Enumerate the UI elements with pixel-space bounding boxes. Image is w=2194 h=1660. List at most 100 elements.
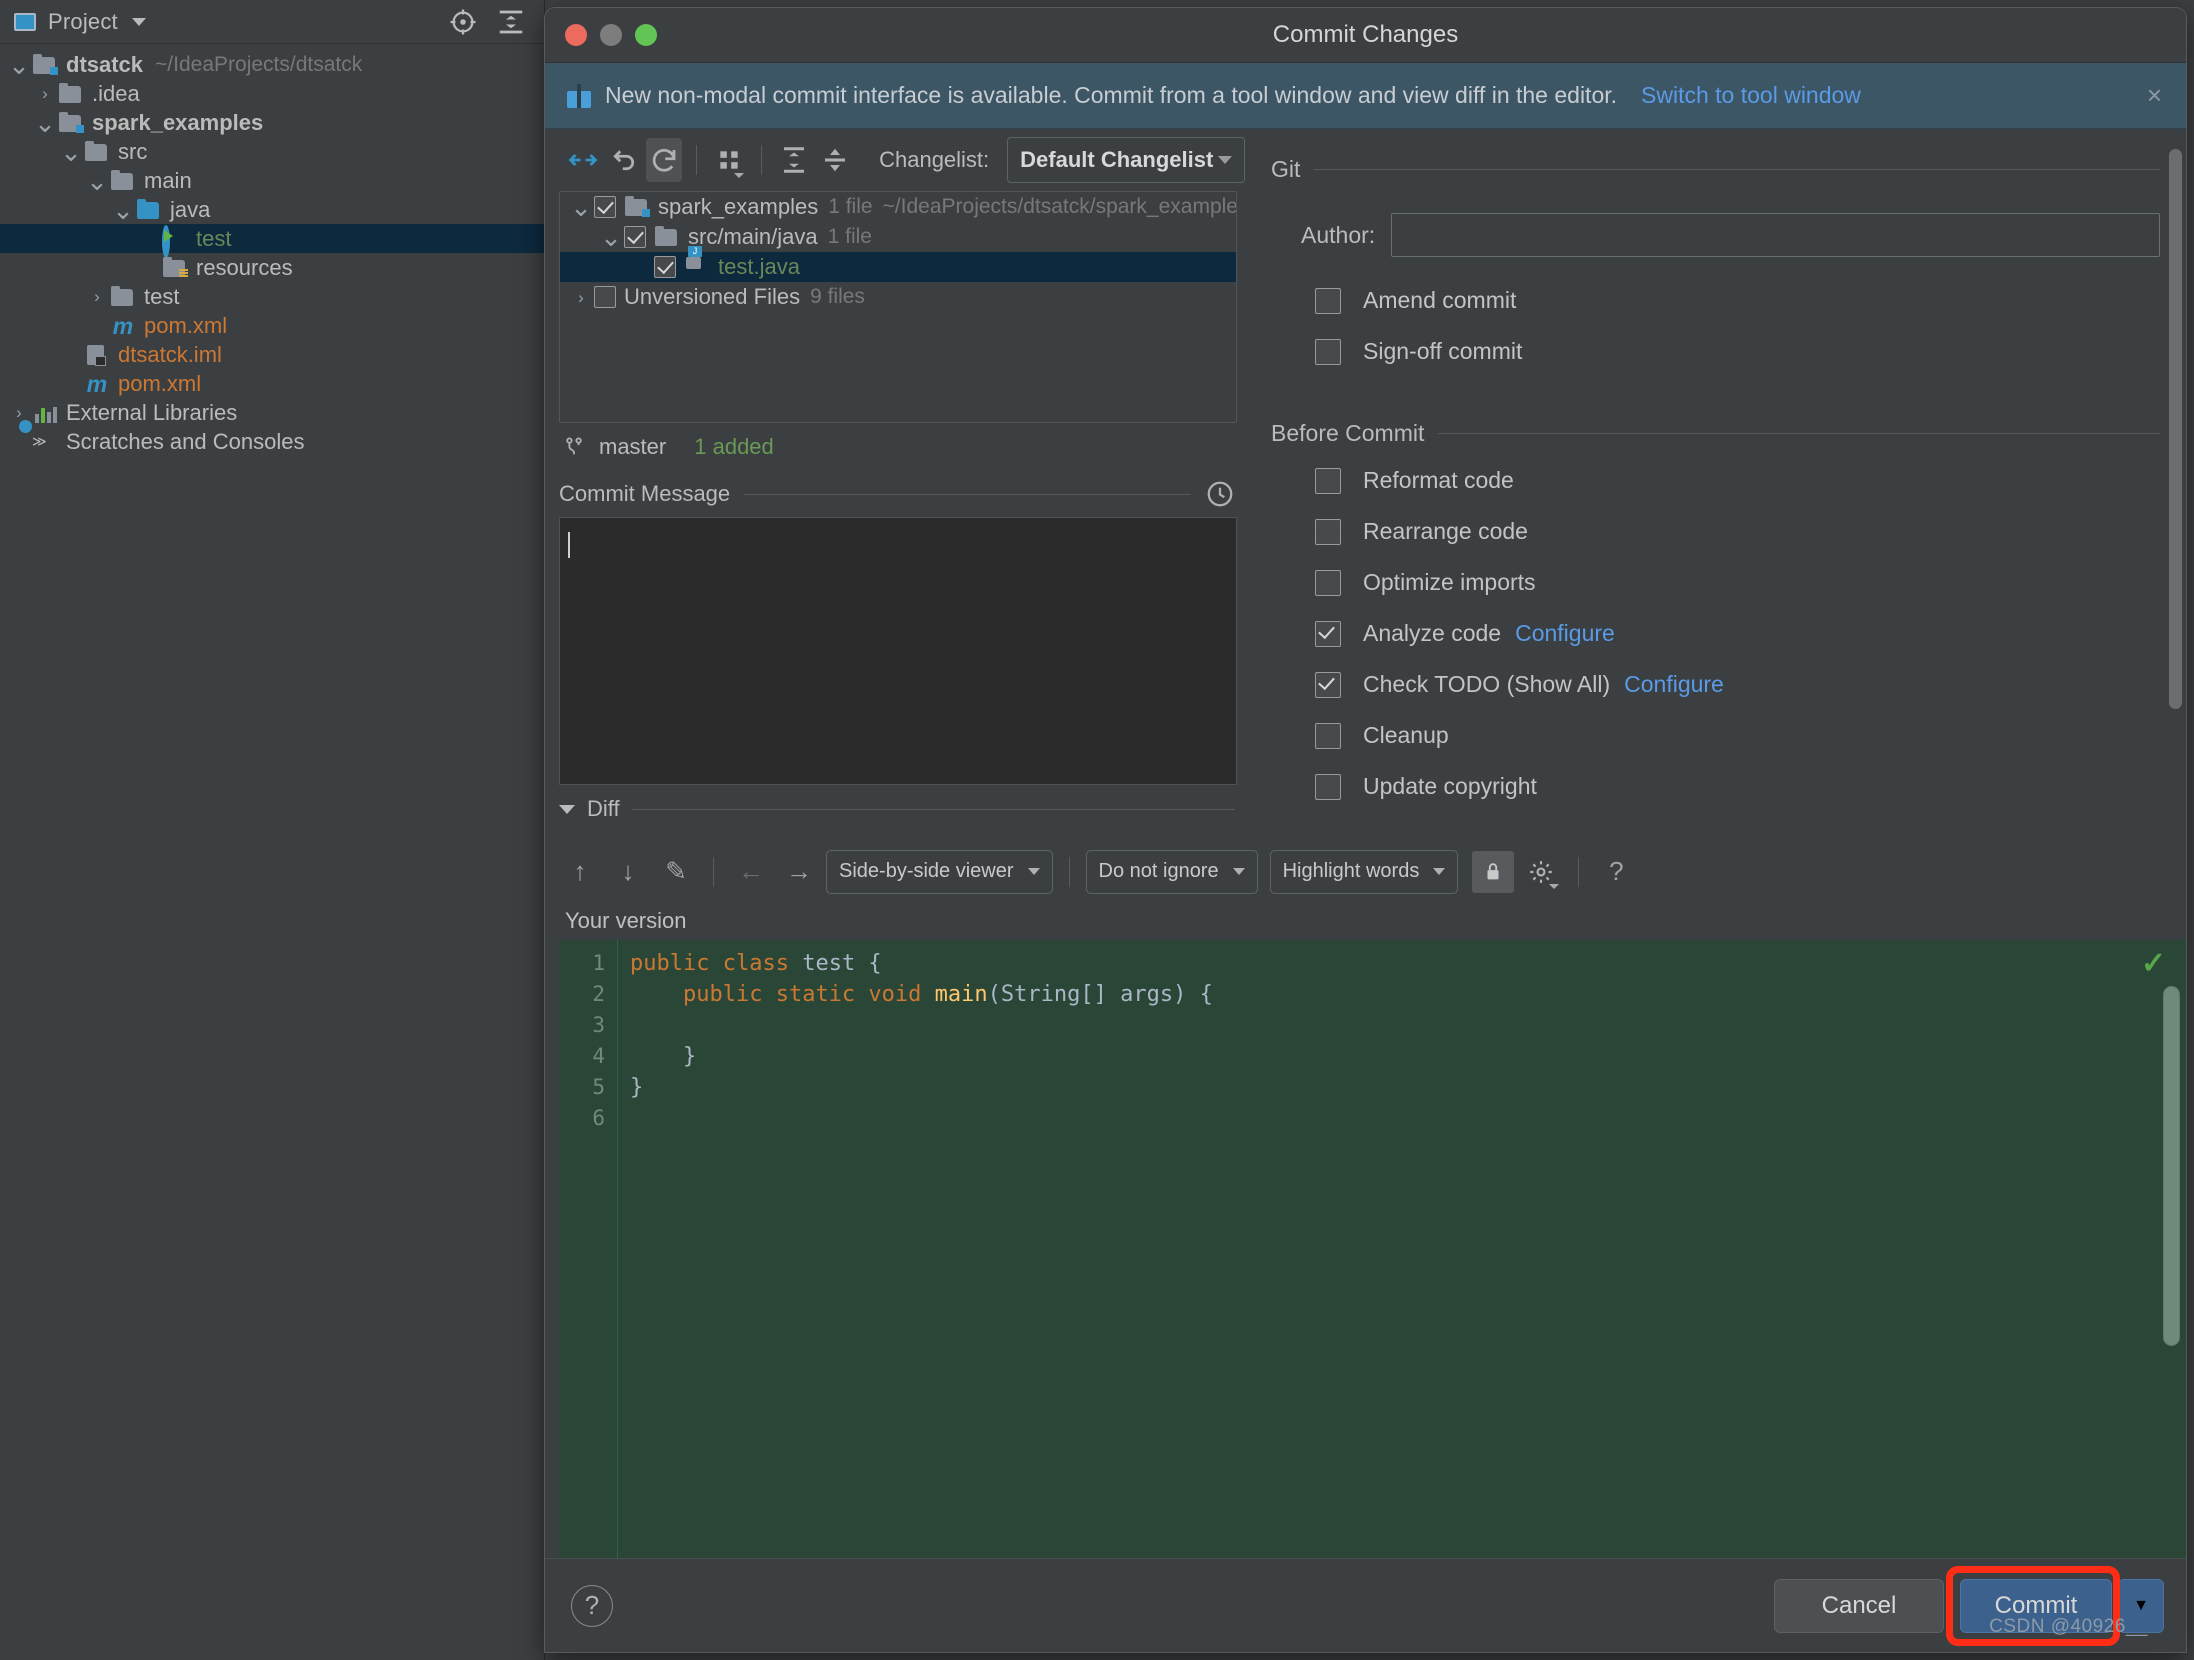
window-controls[interactable] [545,24,657,46]
before-commit-checkbox[interactable] [1315,467,1341,494]
settings-icon[interactable] [1520,851,1562,893]
git-option-row[interactable]: Sign-off commit [1271,326,2160,377]
java-file-icon: J [684,246,710,277]
before-commit-option-row[interactable]: Update copyright [1271,761,2160,812]
viewer-mode-dropdown[interactable]: Side-by-side viewer [826,849,1053,894]
before-commit-checkbox[interactable] [1315,569,1341,596]
changes-file-tree[interactable]: ⌄ spark_examples 1 file ~/IdeaProjects/dtsa… [559,191,1237,423]
project-tree-item[interactable]: resources [0,253,544,282]
before-commit-option-row[interactable]: Optimize imports [1271,557,2160,608]
diff-scrollbar[interactable] [2163,985,2180,1346]
clock-history-icon[interactable] [1205,479,1235,509]
before-commit-option-row[interactable]: Rearrange code [1271,506,2160,557]
project-tree-item[interactable]: ≫ Scratches and Consoles [0,419,544,456]
before-commit-checkbox[interactable] [1315,773,1341,800]
changes-checkbox[interactable] [654,256,676,278]
project-tree-item[interactable]: ⌄ dtsatck ~/IdeaProjects/dtsatck [0,50,544,79]
diff-toolbar[interactable]: ↑ ↓ ✎ ← → Side-by-side viewer Do not ign… [559,844,2186,900]
changes-tree-row[interactable]: ⌄ spark_examples 1 file ~/IdeaProjects/dtsa… [560,192,1236,222]
author-field[interactable] [1391,213,2160,257]
project-panel-header: Project [0,0,544,44]
switch-to-tool-window-link[interactable]: Switch to tool window [1641,82,1861,109]
close-button[interactable] [565,24,587,46]
chevron-down-icon[interactable]: ⌄ [110,197,136,223]
diff-viewer[interactable]: 1 2 3 4 5 6 public class test { public static… [559,939,2186,1558]
changelist-dropdown[interactable]: Default Changelist [1007,137,1245,183]
collapse-all-icon[interactable] [817,138,853,182]
before-commit-checkbox[interactable] [1315,722,1341,749]
changes-checkbox[interactable] [594,286,616,308]
changes-tree-row[interactable]: ⌄ src/main/java 1 file [560,222,1236,252]
project-tree-item[interactable]: ⌄ main [0,166,544,195]
chevron-down-icon[interactable]: ⌄ [598,224,624,250]
project-tree-item[interactable]: m pom.xml [0,311,544,340]
changes-checkbox[interactable] [624,226,646,248]
project-tree-item[interactable]: ⌄ java [0,195,544,224]
git-option-row[interactable]: Amend commit [1271,275,2160,326]
before-commit-option-row[interactable]: Cleanup [1271,710,2160,761]
chevron-right-icon[interactable]: › [32,79,58,108]
ignore-mode-value: Do not ignore [1098,860,1219,882]
project-tree-item[interactable]: › test [0,282,544,311]
chevron-down-icon[interactable] [734,173,745,178]
commit-toolbar[interactable]: Changelist: Default Changelist [559,129,1245,191]
before-commit-option-row[interactable]: Analyze code Configure [1271,608,2160,659]
locate-target-icon[interactable] [448,7,478,37]
before-commit-option-row[interactable]: Reformat code [1271,455,2160,506]
project-tree-item[interactable]: test [0,224,544,258]
chevron-down-icon[interactable]: ⌄ [6,52,32,78]
project-tree-item[interactable]: › External Libraries [0,398,544,427]
project-file-tree[interactable]: ⌄ dtsatck ~/IdeaProjects/dtsatck › .idea ⌄ spa… [0,44,544,456]
cancel-button[interactable]: Cancel [1774,1578,1944,1633]
project-tree-item[interactable]: dtsatck.iml [0,340,544,369]
chevron-down-icon[interactable]: ⌄ [58,139,84,165]
changes-checkbox[interactable] [594,196,616,218]
before-commit-checkbox[interactable] [1315,518,1341,545]
before-commit-checkbox[interactable] [1315,620,1341,647]
minimize-button[interactable] [600,24,622,46]
project-tree-item[interactable]: › .idea [0,79,544,108]
chevron-down-icon[interactable] [131,17,146,26]
chevron-right-icon[interactable]: › [84,282,110,311]
show-diff-icon[interactable] [565,138,601,182]
ignore-mode-dropdown[interactable]: Do not ignore [1085,849,1258,894]
project-tree-item[interactable]: ⌄ spark_examples [0,108,544,137]
group-by-icon[interactable] [711,138,747,182]
expand-all-icon[interactable] [496,7,526,37]
diff-section-header[interactable]: Diff [559,785,1245,833]
expand-all-icon[interactable] [776,138,812,182]
chevron-down-icon[interactable]: ⌄ [84,168,110,194]
commit-message-input[interactable] [559,517,1237,785]
annotate-icon[interactable]: ✎ [655,851,697,893]
next-difference-icon[interactable]: ↓ [607,851,649,893]
before-commit-options-list[interactable]: Reformat code Rearrange code Optimize impo… [1271,455,2160,812]
git-checkbox[interactable] [1315,338,1341,365]
options-scrollbar[interactable] [2169,149,2182,709]
before-commit-checkbox[interactable] [1315,671,1341,698]
chevron-down-icon[interactable]: ⌄ [32,110,58,136]
code-content[interactable]: public class test { public static void m… [617,939,2186,1558]
project-tree-item[interactable]: m pom.xml [0,369,544,398]
chevron-down-icon[interactable] [559,804,575,814]
lock-icon[interactable] [1472,850,1515,893]
configure-link[interactable]: Configure [1515,620,1615,647]
chevron-down-icon[interactable] [1549,883,1560,889]
chevron-down-icon[interactable]: ⌄ [568,194,594,220]
accept-right-icon[interactable]: → [778,851,820,893]
help-icon[interactable]: ? [1595,851,1637,893]
highlight-mode-dropdown[interactable]: Highlight words [1269,849,1459,894]
changes-tree-row[interactable]: Jtest.java [560,246,1236,282]
zoom-button[interactable] [635,24,657,46]
git-checkbox[interactable] [1315,287,1341,314]
changes-tree-row[interactable]: › Unversioned Files 9 files [560,282,1236,312]
refresh-icon[interactable] [645,138,683,182]
configure-link[interactable]: Configure [1624,671,1724,698]
rollback-icon[interactable] [605,138,641,182]
chevron-right-icon[interactable]: › [568,283,594,312]
previous-difference-icon[interactable]: ↑ [559,851,601,893]
before-commit-option-row[interactable]: Check TODO (Show All) Configure [1271,659,2160,710]
git-options-list[interactable]: Amend commit Sign-off commit [1271,275,2160,377]
help-button[interactable]: ? [571,1584,613,1627]
project-tree-item[interactable]: ⌄ src [0,137,544,166]
close-icon[interactable]: × [2137,80,2172,111]
